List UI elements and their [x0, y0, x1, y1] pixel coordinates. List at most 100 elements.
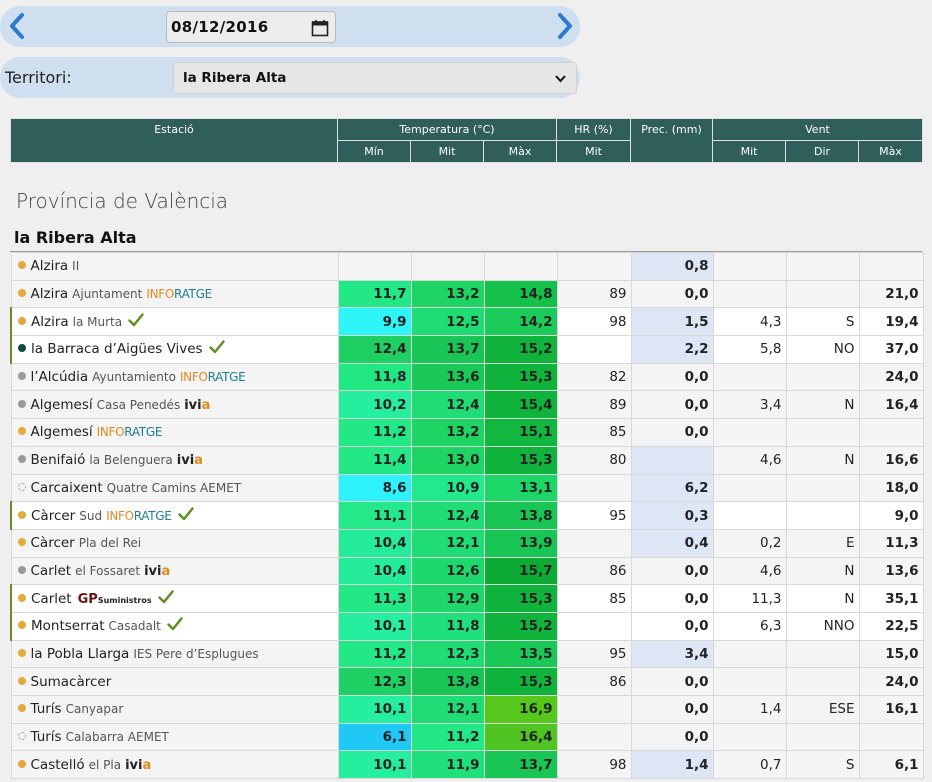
station-cell[interactable]: Castelló el Pla ivia — [10, 750, 339, 780]
humidity-cell: 89 — [556, 390, 632, 420]
wind-mit-cell: 4,3 — [712, 307, 787, 337]
temp-mit-cell: 12,6 — [410, 556, 485, 586]
station-cell[interactable]: Alzira II — [10, 252, 339, 281]
station-name[interactable]: la Pobla Llarga — [31, 646, 130, 662]
station-cell[interactable]: Benifaió la Belenguera ivia — [10, 445, 339, 475]
wind-mit-cell — [712, 418, 787, 447]
station-cell[interactable]: Algemesí Casa Penedés ivia — [10, 390, 339, 420]
station-cell[interactable]: Turís Calabarra AEMET — [10, 722, 339, 752]
station-row[interactable]: Carlet el Fossaret ivia 10,4 12,6 15,7 86 0,0 4,… — [10, 556, 924, 586]
temp-mit-cell: 13,7 — [410, 335, 485, 364]
col-wind-max-header[interactable]: Màx — [858, 140, 924, 163]
station-name[interactable]: Carcaixent — [31, 480, 103, 496]
station-cell[interactable]: la Pobla Llarga IES Pere d’Esplugues — [10, 639, 339, 669]
station-name[interactable]: Montserrat — [31, 618, 105, 634]
col-station-header[interactable]: Estació — [10, 118, 338, 163]
station-cell[interactable]: Càrcer Sud INFORATGE — [10, 501, 339, 530]
wind-dir-cell: NNO — [785, 611, 860, 641]
col-temp-max-header[interactable]: Màx — [482, 140, 558, 163]
col-wind-mit-header[interactable]: Mit — [712, 140, 787, 163]
col-wind-dir-header[interactable]: Dir — [785, 140, 860, 163]
station-cell[interactable]: Carcaixent Quatre Camins AEMET — [10, 473, 339, 503]
station-row[interactable]: Alzira Ajuntament INFORATGE 11,7 13,2 14,8 89 0… — [10, 279, 924, 309]
temp-max-cell: 15,2 — [483, 335, 558, 364]
humidity-cell: 82 — [556, 362, 632, 392]
station-row[interactable]: Turís Calabarra AEMET 6,1 11,2 16,4 0,0 — [10, 722, 924, 752]
station-row[interactable]: Alzira la Murta 9,9 12,5 14,2 98 1,5 4,3 S 19,4 — [10, 307, 924, 337]
station-cell[interactable]: Algemesí INFORATGE — [10, 418, 339, 447]
station-row[interactable]: Benifaió la Belenguera ivia 11,4 13,0 15,3 80 4… — [10, 445, 924, 475]
wind-max-cell: 11,3 — [858, 528, 924, 558]
station-name[interactable]: Carlet — [31, 563, 72, 579]
status-dot-icon — [17, 704, 26, 713]
status-dot-icon — [17, 455, 26, 464]
status-dot-icon — [18, 593, 26, 602]
col-temp-mit-header[interactable]: Mit — [410, 140, 484, 163]
station-cell[interactable]: l’Alcúdia Ayuntamiento INFORATGE — [10, 362, 339, 392]
station-row[interactable]: Montserrat Casadalt 10,1 11,8 15,2 0,0 6,3 NNO 2… — [10, 611, 924, 641]
station-row[interactable]: Sumacàrcer 12,3 13,8 15,3 86 0,0 24,0 — [10, 667, 924, 696]
station-cell[interactable]: Carlet GPSuministros — [10, 584, 339, 613]
wind-max-cell: 24,0 — [858, 667, 924, 696]
calendar-icon[interactable] — [311, 19, 329, 37]
col-temperature-header[interactable]: Temperatura (°C) — [336, 118, 558, 141]
station-row[interactable]: Algemesí Casa Penedés ivia 10,2 12,4 15,4 89 0,… — [10, 390, 924, 420]
station-name[interactable]: l’Alcúdia — [31, 369, 89, 385]
station-name[interactable]: Càrcer — [31, 535, 75, 551]
status-dot-icon — [17, 372, 26, 381]
station-name[interactable]: Càrcer — [31, 508, 75, 524]
precipitation-cell: 0,3 — [630, 501, 714, 530]
station-name[interactable]: Alzira — [31, 258, 69, 274]
station-name[interactable]: la Barraca d’Aigües Vives — [31, 341, 203, 357]
station-name[interactable]: Sumacàrcer — [31, 674, 112, 690]
station-name[interactable]: Algemesí — [31, 424, 93, 440]
station-cell[interactable]: Turís Canyapar — [10, 695, 339, 724]
col-precipitation-header[interactable]: Prec. (mm) — [630, 118, 714, 163]
station-cell[interactable]: la Barraca d’Aigües Vives — [10, 335, 339, 364]
temp-max-cell: 14,8 — [483, 279, 558, 309]
station-cell[interactable]: Càrcer Pla del Rei — [10, 528, 339, 558]
station-cell[interactable]: Sumacàrcer — [10, 667, 339, 696]
station-row[interactable]: Carcaixent Quatre Camins AEMET 8,6 10,9 13,1… — [10, 473, 924, 503]
wind-dir-cell: N — [785, 390, 860, 420]
temp-max-cell: 15,1 — [483, 418, 558, 447]
station-row[interactable]: Alzira II 0,8 — [10, 252, 924, 281]
station-row[interactable]: Carlet GPSuministros 11,3 12,9 15,3 85 0,0 11,3… — [10, 584, 924, 613]
station-cell[interactable]: Carlet el Fossaret ivia — [10, 556, 339, 586]
col-wind-header[interactable]: Vent — [712, 118, 924, 141]
station-name[interactable]: Turís — [31, 729, 62, 745]
station-name[interactable]: Alzira — [31, 286, 69, 302]
station-cell[interactable]: Alzira la Murta — [10, 307, 339, 337]
precipitation-cell: 0,8 — [630, 252, 714, 281]
col-temp-min-header[interactable]: Mín — [337, 140, 411, 163]
wind-dir-cell — [785, 362, 860, 392]
temp-min-cell: 10,4 — [337, 556, 412, 586]
station-row[interactable]: Càrcer Pla del Rei 10,4 12,1 13,9 0,4 0,2 E 11,3 — [10, 528, 924, 558]
date-input[interactable]: 08/12/2016 — [166, 11, 336, 43]
station-row[interactable]: la Pobla Llarga IES Pere d’Esplugues 11,2 1… — [10, 639, 924, 669]
station-name[interactable]: Castelló — [31, 757, 85, 773]
col-humidity-header[interactable]: HR (%) — [556, 118, 632, 141]
temp-mit-cell: 11,2 — [410, 722, 485, 752]
station-row[interactable]: l’Alcúdia Ayuntamiento INFORATGE 11,8 13,6 15… — [10, 362, 924, 392]
col-hr-mit-header[interactable]: Mit — [556, 140, 632, 163]
station-name[interactable]: Benifaió — [31, 452, 86, 468]
station-row[interactable]: Algemesí INFORATGE 11,2 13,2 15,1 85 0,0 — [10, 418, 924, 447]
station-sublocation: Casadalt — [108, 619, 161, 634]
status-dot-icon — [17, 289, 26, 298]
station-name[interactable]: Algemesí — [31, 397, 93, 413]
station-row[interactable]: Castelló el Pla ivia 10,1 11,9 13,7 98 1,4 0,7 S 6… — [10, 750, 924, 780]
territory-select[interactable]: la Ribera Alta — [173, 62, 577, 94]
station-row[interactable]: la Barraca d’Aigües Vives 12,4 13,7 15,2 2,2… — [10, 335, 924, 364]
station-row[interactable]: Turís Canyapar 10,1 12,1 16,9 0,0 1,4 ESE 16,1 — [10, 695, 924, 724]
station-row[interactable]: Càrcer Sud INFORATGE 11,1 12,4 13,8 95 0,3 9,0 — [10, 501, 924, 530]
wind-mit-cell: 3,4 — [712, 390, 787, 420]
station-cell[interactable]: Alzira Ajuntament INFORATGE — [10, 279, 339, 309]
previous-day-button[interactable] — [2, 9, 32, 43]
station-name[interactable]: Carlet — [31, 591, 72, 607]
precipitation-cell: 1,4 — [630, 750, 714, 780]
station-name[interactable]: Turís — [31, 701, 62, 717]
station-name[interactable]: Alzira — [31, 314, 69, 330]
station-cell[interactable]: Montserrat Casadalt — [10, 611, 339, 641]
next-day-button[interactable] — [550, 9, 580, 43]
